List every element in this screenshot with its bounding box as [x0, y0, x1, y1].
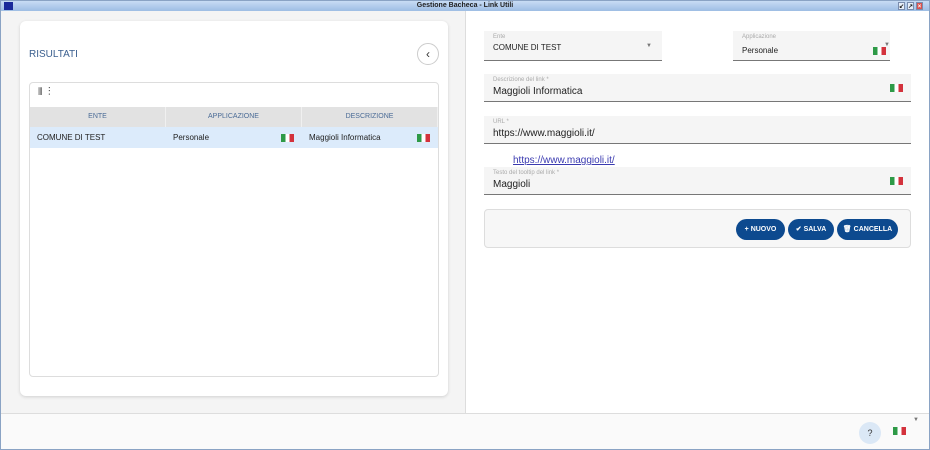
grid-toolbar: ⦀ ⋮	[30, 83, 438, 107]
close-icon[interactable]: ×	[916, 2, 923, 10]
tooltip-label: Testo del tooltip del link *	[493, 170, 560, 176]
grid-header: ENTE APPLICAZIONE DESCRIZIONE	[30, 107, 438, 127]
tooltip-value: Maggioli	[493, 179, 531, 190]
language-flag-icon[interactable]	[893, 427, 906, 435]
trash-icon: 🗑	[842, 226, 854, 233]
descrizione-label: Descrizione del link *	[493, 77, 549, 83]
results-card: RISULTATI ‹ ⦀ ⋮ ENTE APPLICAZIONE DESCRI…	[20, 21, 448, 396]
descrizione-field[interactable]: Descrizione del link * Maggioli Informat…	[484, 74, 911, 102]
nuovo-label: NUOVO	[750, 226, 777, 233]
url-label: URL *	[493, 119, 509, 125]
nuovo-button[interactable]: + NUOVO	[736, 219, 785, 240]
check-icon: ✔	[795, 226, 804, 233]
dropdown-caret-icon: ▼	[884, 42, 890, 48]
actions-panel: + NUOVO ✔ SALVA 🗑 CANCELLA	[484, 209, 911, 248]
table-row[interactable]: COMUNE DI TEST Personale Maggioli Inform…	[30, 127, 438, 148]
salva-button[interactable]: ✔ SALVA	[788, 219, 834, 240]
applicazione-label: Applicazione	[742, 34, 777, 40]
app-icon	[4, 2, 13, 10]
ente-value: COMUNE DI TEST	[493, 43, 562, 52]
results-title: RISULTATI	[29, 49, 78, 60]
footer: ? ▼	[1, 413, 929, 449]
url-value: https://www.maggioli.it/	[493, 128, 595, 139]
cancella-button[interactable]: 🗑 CANCELLA	[837, 219, 898, 240]
results-pane: RISULTATI ‹ ⦀ ⋮ ENTE APPLICAZIONE DESCRI…	[1, 11, 466, 413]
cell-applicazione-text: Personale	[173, 133, 210, 142]
italian-flag-icon[interactable]	[890, 84, 903, 92]
italian-flag-icon	[281, 134, 294, 142]
maximize-icon[interactable]: ↗	[907, 2, 914, 10]
column-header-ente[interactable]: ENTE	[30, 107, 166, 127]
title-bar: Gestione Bacheca - Link Utili ↙ ↗ ×	[1, 1, 929, 11]
column-header-descrizione[interactable]: DESCRIZIONE	[302, 107, 438, 127]
back-button[interactable]: ‹	[417, 43, 439, 65]
ente-select[interactable]: Ente COMUNE DI TEST ▼	[484, 31, 662, 61]
cell-descrizione-text: Maggioli Informatica	[309, 133, 381, 142]
minimize-icon[interactable]: ↙	[898, 2, 905, 10]
cell-ente: COMUNE DI TEST	[37, 133, 106, 142]
more-options-icon[interactable]: ⋮	[48, 87, 51, 98]
italian-flag-icon	[417, 134, 430, 142]
applicazione-value: Personale	[742, 46, 779, 55]
columns-icon[interactable]: ⦀	[38, 87, 42, 98]
applicazione-select[interactable]: Applicazione Personale ▼	[733, 31, 890, 61]
column-header-applicazione[interactable]: APPLICAZIONE	[166, 107, 302, 127]
dropdown-caret-icon: ▼	[646, 43, 652, 49]
descrizione-value: Maggioli Informatica	[493, 86, 583, 97]
cell-applicazione: Personale	[166, 127, 302, 148]
italian-flag-icon[interactable]	[873, 47, 886, 55]
url-field[interactable]: URL * https://www.maggioli.it/	[484, 116, 911, 144]
link-preview[interactable]: https://www.maggioli.it/	[513, 155, 615, 166]
help-button[interactable]: ?	[859, 422, 881, 444]
results-grid: ⦀ ⋮ ENTE APPLICAZIONE DESCRIZIONE COMUNE…	[29, 82, 439, 377]
ente-label: Ente	[493, 34, 506, 40]
tooltip-field[interactable]: Testo del tooltip del link * Maggioli	[484, 167, 911, 195]
italian-flag-icon[interactable]	[890, 177, 903, 185]
cell-descrizione: Maggioli Informatica	[302, 127, 438, 148]
language-caret-icon[interactable]: ▼	[913, 417, 919, 423]
salva-label: SALVA	[803, 226, 827, 233]
cancella-label: CANCELLA	[853, 226, 893, 233]
window-title: Gestione Bacheca - Link Utili	[416, 2, 514, 9]
